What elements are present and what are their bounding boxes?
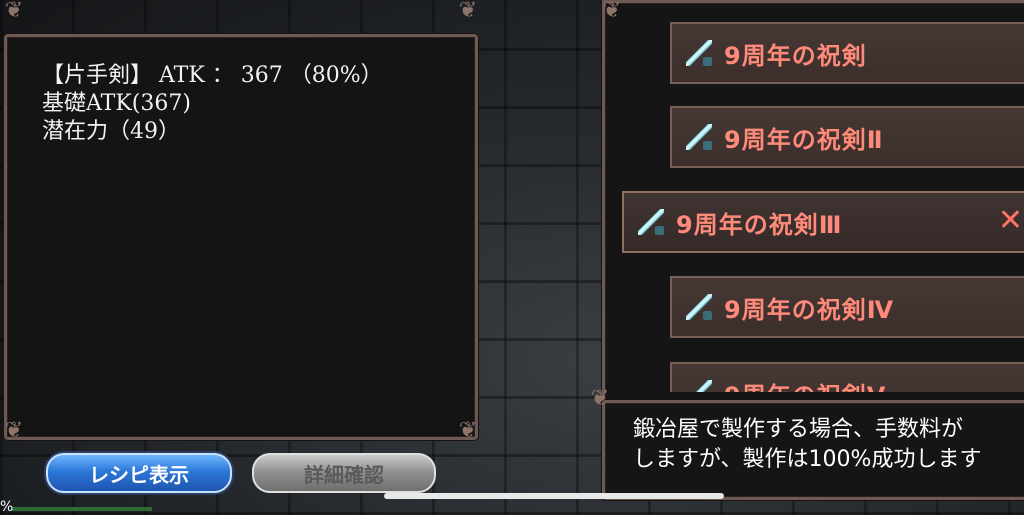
detail-check-button[interactable]: 詳細確認 <box>252 453 436 493</box>
loading-progress-bar <box>12 507 152 511</box>
progress-percent: % <box>0 499 14 515</box>
message-line-1: 鍛冶屋で製作する場合、手数料が <box>633 417 964 442</box>
recipe-item[interactable]: 9周年の祝剣Ⅳ <box>670 276 1024 338</box>
sword-icon <box>686 40 712 66</box>
recipe-item-label: 9周年の祝剣Ⅴ <box>724 376 886 393</box>
recipe-item-label: 9周年の祝剣 <box>724 41 867 70</box>
recipe-list-clip: 9周年の祝剣Ⅴ <box>670 362 1024 392</box>
sword-icon <box>686 294 712 320</box>
panel-corner-ornament: ❦ <box>590 386 610 411</box>
recipe-item-selected[interactable]: 9周年の祝剣Ⅲ ✕ <box>622 191 1024 253</box>
panel-corner-ornament: ❦ <box>458 0 478 23</box>
stat-potential: 潜在力（49） <box>42 119 180 144</box>
message-text: 鍛冶屋で製作する場合、手数料が しますが、製作は100%成功します <box>633 415 981 475</box>
show-recipe-button[interactable]: レシピ表示 <box>46 453 232 493</box>
panel-corner-ornament: ❦ <box>4 418 24 443</box>
panel-corner-ornament: ❦ <box>602 0 622 23</box>
recipe-item-label: 9周年の祝剣Ⅱ <box>724 125 884 154</box>
panel-corner-ornament: ❦ <box>458 418 478 443</box>
sword-icon <box>638 209 664 235</box>
sword-icon <box>686 124 712 150</box>
recipe-item[interactable]: 9周年の祝剣Ⅴ <box>670 362 1024 392</box>
recipe-item[interactable]: 9周年の祝剣 <box>670 22 1024 84</box>
sword-icon <box>686 380 712 392</box>
home-indicator[interactable] <box>384 493 724 499</box>
recipe-item-label: 9周年の祝剣Ⅳ <box>724 295 895 324</box>
panel-corner-ornament: ❦ <box>4 0 24 23</box>
message-line-2: しますが、製作は100%成功します <box>633 447 982 472</box>
stat-base-atk: 基礎ATK(367) <box>42 91 191 116</box>
close-icon[interactable]: ✕ <box>998 203 1024 238</box>
weapon-stats: 【片手剣】 ATK ： 367 （80%） 基礎ATK(367) 潜在力（49） <box>42 62 383 146</box>
stat-atk-line: 【片手剣】 ATK ： 367 （80%） <box>42 63 383 88</box>
message-panel: 鍛冶屋で製作する場合、手数料が しますが、製作は100%成功します <box>602 400 1024 500</box>
recipe-item-label: 9周年の祝剣Ⅲ <box>676 210 843 239</box>
recipe-item[interactable]: 9周年の祝剣Ⅱ <box>670 106 1024 168</box>
